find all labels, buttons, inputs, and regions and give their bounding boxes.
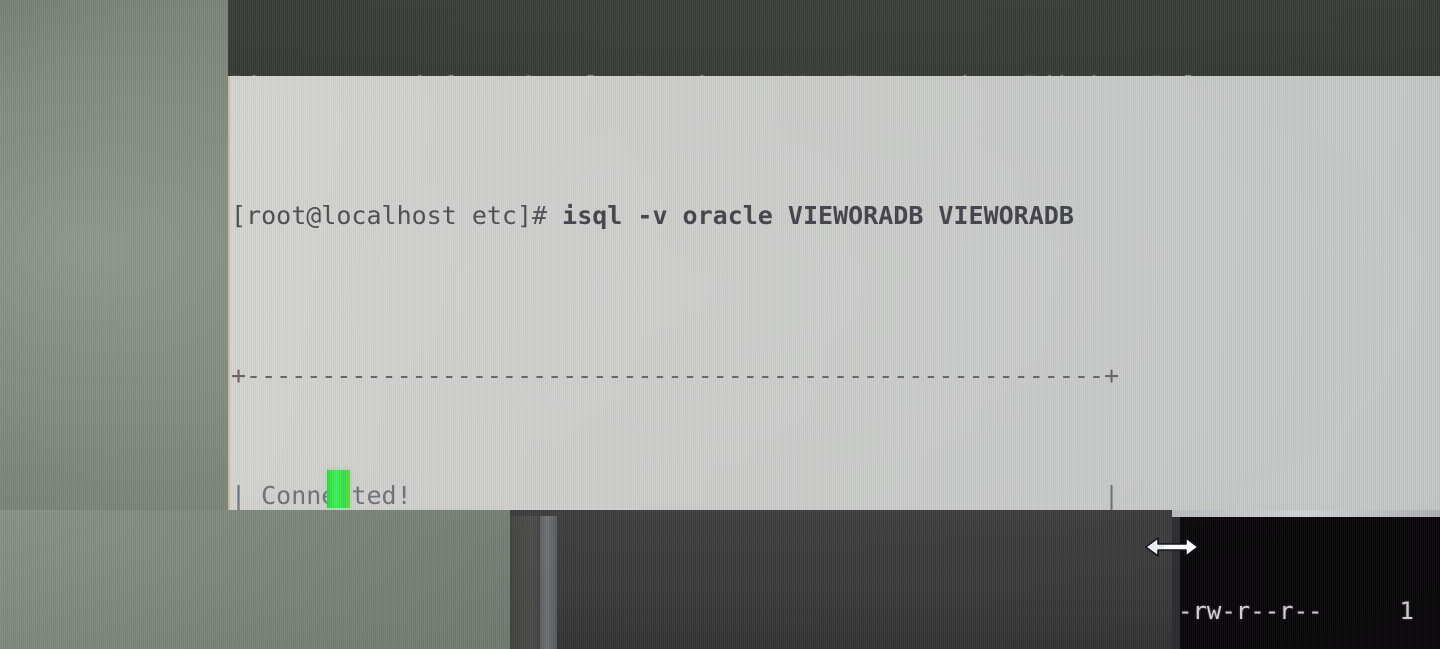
shell-prompt-user-host: [root@localhost etc]#	[231, 201, 548, 230]
ls-permissions: -rw-r--r--	[1178, 597, 1323, 625]
shell-prompt-line: [root@localhost etc]# isql -v oracle VIE…	[228, 196, 1440, 236]
box-top-border: +---------------------------------------…	[231, 361, 1120, 390]
ls-row: -rw-r--r-- 1	[1178, 592, 1440, 630]
ls-terminal-titlebar	[1172, 510, 1440, 517]
ls-link-count: 1	[1399, 597, 1414, 625]
horizontal-resize-cursor-icon	[1144, 533, 1200, 561]
box-row-connected: | Connected! |	[231, 481, 1120, 510]
oracle-sqlplus-console: Disconnected from Oracle Database 11g En…	[228, 0, 1440, 76]
ls-output-terminal[interactable]: -rw-r--r-- 1 -rw-r--r-- 1 -rw-r--r-- 1 -…	[1172, 516, 1440, 649]
console-line-disconnected: Disconnected from Oracle Database 11g En…	[228, 68, 1440, 76]
shell-command-isql: isql -v oracle VIEWORADB VIEWORADB	[562, 201, 1074, 230]
desktop-background-lower-left	[0, 510, 510, 649]
terminal-block-cursor	[327, 470, 350, 508]
vertical-scrollbar[interactable]	[540, 516, 557, 649]
shell-prompt-space	[547, 201, 562, 230]
screen-photo: Disconnected from Oracle Database 11g En…	[0, 0, 1440, 649]
isql-terminal-window[interactable]: [root@localhost etc]# isql -v oracle VIE…	[228, 76, 1440, 510]
